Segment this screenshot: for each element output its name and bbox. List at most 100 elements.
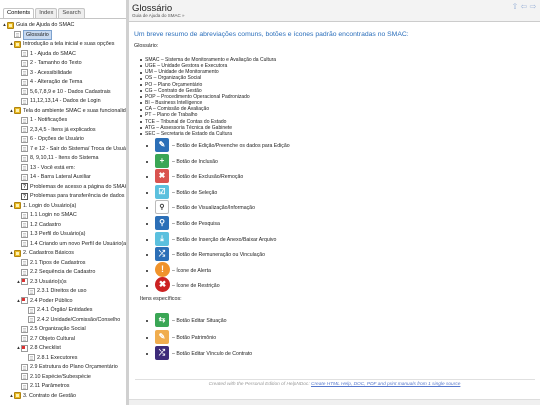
tree-item[interactable]: 1.1 Login no SMAC [16, 210, 77, 220]
tree-item[interactable]: ▲ 2.4 Poder Público [16, 296, 73, 306]
shuffle-icon: ⤮ [155, 247, 169, 262]
tree-item[interactable]: 1.3 Perfil do Usuário(a) [16, 229, 85, 239]
horizontal-scrollbar[interactable] [129, 399, 540, 405]
x-icon: ✖ [155, 169, 169, 184]
tree-item-label: 3. Contrato de Gestão [23, 392, 77, 399]
tree-item[interactable]: 6 - Opções de Usuário [16, 134, 84, 144]
tree-item[interactable]: 2.11 Parâmetros [16, 381, 69, 391]
tab-search[interactable]: Search [58, 8, 85, 18]
tree-item[interactable]: 5,6,7,8,9 e 10 - Dados Cadastrais [16, 87, 111, 97]
tree-item[interactable]: 13 - Você está em: [16, 163, 75, 173]
contents-pane: Contents Index Search ▲ Guia de Ajuda do … [0, 0, 126, 405]
arrow-right-icon[interactable]: ⇨ [529, 3, 537, 11]
tree-item-label: 2.10 Espécie/Subespécie [30, 373, 91, 380]
page-icon [21, 59, 28, 67]
tree-item[interactable]: Problemas para transferência de dados [16, 191, 124, 202]
legend-row: ⚲ – Botão de Visualização/Informação [129, 200, 529, 216]
page-icon [21, 145, 28, 152]
page-icon [21, 135, 28, 143]
legend-label: – Ícone de Alerta [172, 267, 211, 274]
topic-content: Um breve resumo de abreviações comuns, b… [129, 23, 540, 405]
footer-divider [135, 379, 535, 380]
tree-item-label: 2.3.1 Direitos de uso [37, 288, 87, 294]
tab-index[interactable]: Index [35, 8, 58, 18]
search-icon: ⚲ [155, 216, 169, 230]
page-icon [21, 154, 28, 162]
tree-item-label: 11,12,13,14 - Dados de Login [30, 98, 101, 104]
tree-item[interactable]: ▲ 2.8 Checklist [16, 343, 61, 353]
breadcrumb[interactable]: Guia de Ajuda do SMAC » [132, 13, 185, 18]
restriction-icon: ✖ [155, 277, 170, 293]
tree-item-label: 4 - Alteração de Tema [30, 79, 83, 85]
tree-item[interactable]: ▲ Introdução a tela inicial e suas opções [9, 39, 114, 49]
tree-item[interactable]: 3 - Acessibilidade [16, 68, 72, 78]
tree-item[interactable]: Glossário [9, 29, 52, 40]
book-open-icon [14, 40, 21, 48]
legend-row: ⤮ – Botão de Remuneração ou Vinculação [129, 247, 529, 263]
tree-item[interactable]: ▲ 1. Login do Usuário(a) [9, 201, 76, 211]
legend-label: – Botão de Edição/Preenche os dados para… [172, 143, 290, 149]
legend-label: – Botão de Exclusão/Remoção [172, 174, 244, 181]
legend-row: ✖ – Ícone de Restrição [129, 277, 529, 294]
tree-item[interactable]: 2.2 Sequência de Cadastro [16, 267, 95, 277]
tree-item-label: 2.11 Parâmetros [30, 383, 70, 389]
page-icon [21, 88, 28, 95]
help-page-icon [21, 182, 28, 192]
tree-item-label: Guia de Ajuda do SMAC [16, 22, 75, 28]
tree-item[interactable]: 2.4.2 Unidade/Comissão/Conselho [23, 315, 120, 325]
page-icon [21, 335, 28, 342]
arrow-left-icon[interactable]: ⇦ [520, 3, 528, 11]
tree-item[interactable]: 4 - Alteração de Tema [16, 77, 82, 87]
tree-item[interactable]: 1 - Notificações [16, 115, 67, 125]
tab-contents[interactable]: Contents [3, 8, 35, 18]
tree-item[interactable]: 2 - Tamanho do Texto [16, 58, 82, 68]
tree-item[interactable]: 2.7 Objeto Cultural [16, 334, 75, 344]
tree-item[interactable]: Problemas de acesso a página do SMAC [16, 182, 126, 192]
tree-item[interactable]: 14 - Barra Lateral Auxiliar [16, 172, 91, 182]
tree-item[interactable]: ▲ 3. Contrato de Gestão [9, 391, 76, 401]
tree-item[interactable]: 2.8.1 Executores [23, 353, 77, 363]
legend-label: – Botão Patrimônio [172, 334, 217, 341]
tree-item[interactable]: 8, 9,10,11 - Itens do Sistema [16, 153, 99, 163]
tree-item[interactable]: 2.4.1 Órgão/ Entidades [23, 305, 92, 315]
legend-label: – Botão de Remuneração ou Vinculação [172, 252, 266, 259]
tree-item-label: 7 e 12 - Sair do Sistema/ Troca de Usuár… [30, 145, 126, 152]
tree-item[interactable]: ▲ Guia de Ajuda do SMAC [2, 20, 74, 30]
tree-item[interactable]: 7 e 12 - Sair do Sistema/ Troca de Usuár… [16, 144, 126, 154]
tree-item[interactable]: 2.10 Espécie/Subespécie [16, 372, 91, 382]
red-page-icon [21, 278, 28, 285]
tree-item[interactable]: 2.5 Organização Social [16, 324, 86, 334]
tree-item-label: Introdução a tela inicial e suas opções [23, 41, 115, 47]
tree-item[interactable]: ▲ 2. Cadastros Básicos [9, 248, 74, 258]
download-icon: ⤓ [155, 231, 169, 246]
contract-link-icon: ⤮ [155, 346, 169, 360]
legend-row: ⚲ – Botão de Pesquisa [129, 216, 529, 232]
tree-item-label: 8, 9,10,11 - Itens do Sistema [30, 155, 99, 161]
tree-item[interactable]: 2,3,4,5 - Itens já explicados [16, 125, 96, 135]
page-icon [21, 363, 28, 371]
tree-item[interactable]: 1.2 Cadastro [16, 220, 61, 230]
bullet [146, 207, 148, 210]
page-icon [21, 78, 28, 86]
legend-row: ☑ – Botão de Seleção [129, 184, 529, 201]
arrow-up-icon[interactable]: ⇧ [511, 3, 519, 11]
legend-row: ⇆ – Botão Editar Situação [129, 313, 529, 329]
tree-item-label: 1. Login do Usuário(a) [23, 202, 77, 209]
tree-item[interactable]: 2.3.1 Direitos de uso [23, 286, 86, 296]
tree-item[interactable]: ▲ 2.3 Usuário(s)s [16, 277, 67, 287]
legend-label: – Botão de Pesquisa [172, 221, 220, 227]
tree-item[interactable]: 2.1 Tipos de Cadastros [16, 258, 85, 268]
tree-item[interactable]: 2.9 Estrutura do Plano Orçamentário [16, 362, 118, 372]
tree-item[interactable]: ▲ Tela do ambiente SMAC e suas funcionali… [9, 106, 126, 116]
legend-label: – Botão de Visualização/Informação [172, 205, 255, 212]
tab-divider [0, 18, 126, 19]
footer-link[interactable]: Create HTML Help, DOC, PDF and print man… [311, 382, 460, 387]
bullet [146, 238, 148, 241]
tree-item-label: 2. Cadastros Básicos [23, 250, 74, 256]
tree-item[interactable]: 11,12,13,14 - Dados de Login [16, 96, 101, 106]
legend-row: ✎ – Botão Patrimônio [129, 329, 529, 346]
help-page-icon [21, 192, 28, 202]
tree-item[interactable]: 1 - Ajuda do SMAC [16, 49, 76, 59]
book-open-icon [14, 107, 21, 114]
tree-item[interactable]: 1.4 Criando um novo Perfil de Usuário(a) [16, 239, 126, 249]
